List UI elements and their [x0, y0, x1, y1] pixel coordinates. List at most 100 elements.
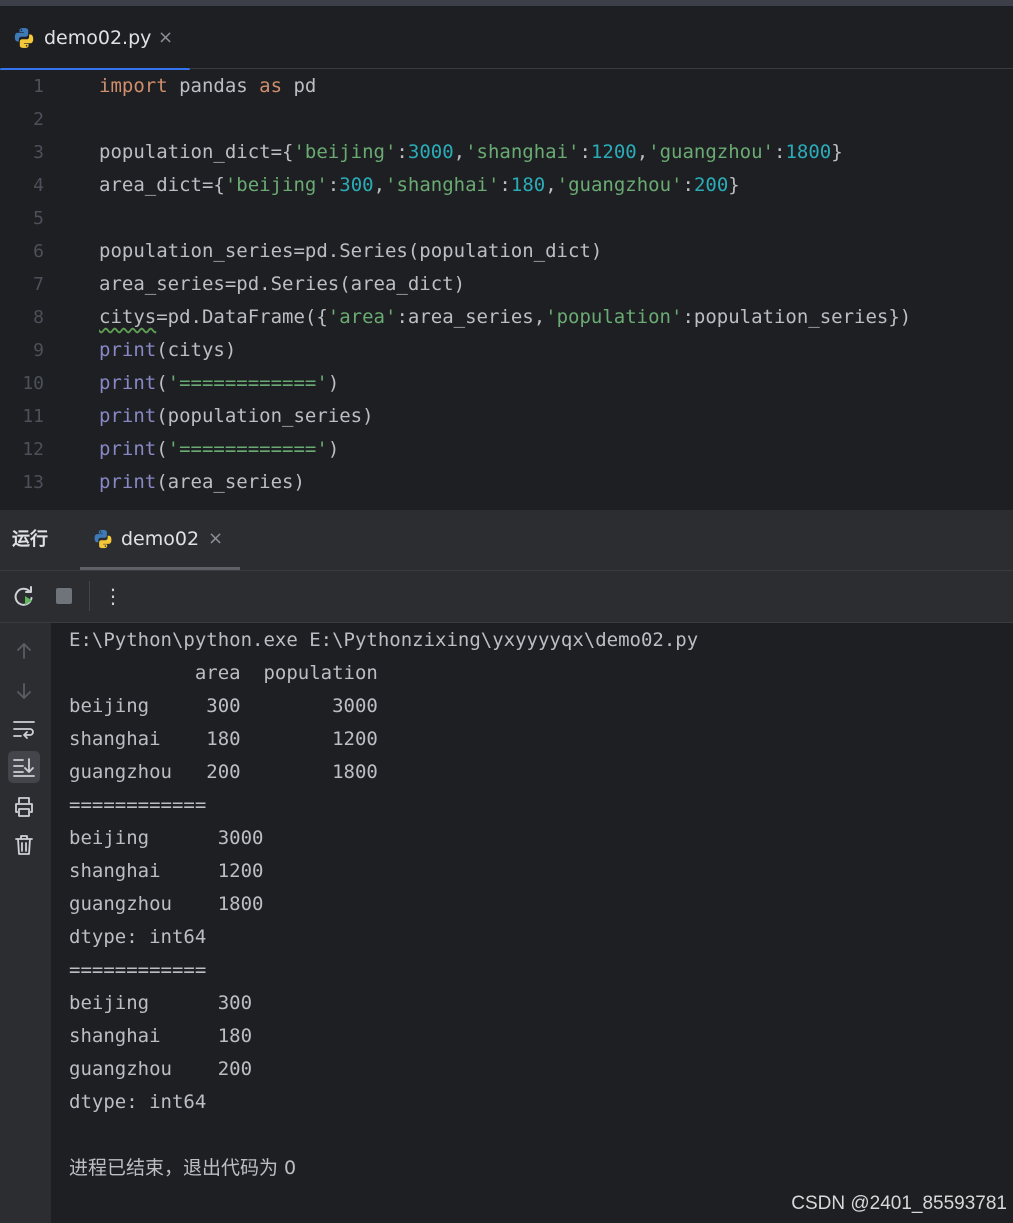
trash-icon[interactable]: [8, 829, 40, 861]
code-token: print: [99, 339, 157, 361]
console-line: beijing 300 3000: [69, 695, 378, 717]
code-token: :: [396, 141, 408, 163]
line-number: 5: [33, 208, 44, 229]
code-line: print(citys): [99, 334, 236, 367]
code-token: 200: [693, 174, 729, 196]
code-line: print('============'): [99, 433, 339, 466]
python-run-icon: [92, 528, 114, 550]
soft-wrap-icon[interactable]: [8, 713, 40, 745]
code-token: :population_series}): [682, 306, 912, 328]
code-token: '============': [167, 438, 328, 460]
code-token: (: [156, 372, 168, 394]
code-token: 3000: [407, 141, 454, 163]
code-token: print: [99, 372, 157, 394]
run-tool-window-header: 运行 demo02 ×: [0, 510, 1013, 571]
code-token: 'shanghai': [465, 141, 580, 163]
line-number: 1: [33, 76, 44, 97]
code-token: area_dict={: [99, 174, 225, 196]
line-number: 6: [33, 241, 44, 262]
arrow-up-icon[interactable]: [8, 635, 40, 667]
code-token: population_series=pd.Series(population_d…: [99, 240, 603, 262]
python-file-icon: [12, 26, 36, 50]
close-icon[interactable]: ×: [208, 527, 223, 551]
code-token: print: [99, 471, 157, 493]
console-line: E:\Python\python.exe E:\Pythonzixing\yxy…: [69, 629, 699, 651]
run-tab-title: demo02: [121, 528, 200, 550]
code-token: population_dict={: [99, 141, 294, 163]
code-token: :area_series,: [396, 306, 546, 328]
line-number: 12: [22, 439, 44, 460]
console-line: dtype: int64: [69, 926, 207, 948]
code-token: :: [579, 141, 591, 163]
console-output[interactable]: E:\Python\python.exe E:\Pythonzixing\yxy…: [51, 623, 1013, 1223]
editor-tab-demo02[interactable]: demo02.py ×: [0, 20, 190, 56]
code-token: 'beijing': [293, 141, 397, 163]
code-line: import pandas as pd: [99, 70, 316, 103]
arrow-down-icon[interactable]: [8, 675, 40, 707]
line-number: 8: [33, 307, 44, 328]
code-token: ,: [373, 174, 386, 196]
console-line: dtype: int64: [69, 1091, 207, 1113]
code-token: '============': [167, 372, 328, 394]
code-line: area_series=pd.Series(area_dict): [99, 268, 465, 301]
code-token: }: [728, 174, 740, 196]
editor-tab-title: demo02.py: [44, 27, 152, 49]
close-icon[interactable]: ×: [158, 26, 173, 50]
code-token: }: [831, 141, 843, 163]
print-icon[interactable]: [8, 791, 40, 823]
code-editor[interactable]: 1 2 3 4 5 6 7 8 9 10 11 12 13 import pandas as pd popu…: [0, 70, 1013, 510]
console-line: shanghai 180 1200: [69, 728, 378, 750]
console-line: ============: [69, 794, 207, 816]
run-panel-label: 运行: [12, 529, 48, 550]
console-line: beijing 300: [69, 992, 253, 1014]
code-line: print(population_series): [99, 400, 374, 433]
code-token: (population_series): [156, 405, 374, 427]
code-token: 'area': [327, 306, 397, 328]
code-line: print(area_series): [99, 466, 305, 499]
code-token: 'population': [545, 306, 683, 328]
code-token: 300: [339, 174, 374, 196]
console-line: ============: [69, 959, 207, 981]
code-token: 1200: [590, 141, 637, 163]
code-token: print: [99, 405, 157, 427]
console-line: area population: [69, 662, 378, 684]
toolbar-divider: [89, 581, 90, 611]
line-number: 7: [33, 274, 44, 295]
code-token: (citys): [156, 339, 237, 361]
console-line: shanghai 1200: [69, 860, 264, 882]
code-token: 'shanghai': [385, 174, 500, 196]
run-tab-demo02[interactable]: demo02 ×: [80, 510, 240, 571]
code-token: ): [327, 438, 340, 460]
code-token: import: [99, 75, 168, 97]
line-number: 13: [22, 472, 44, 493]
code-token: (: [156, 438, 168, 460]
code-token: print: [99, 438, 157, 460]
code-token: 1800: [785, 141, 832, 163]
line-number: 11: [22, 406, 44, 427]
console-line: guangzhou 200: [69, 1058, 253, 1080]
stop-icon[interactable]: [52, 584, 76, 608]
code-token: ): [327, 372, 340, 394]
code-token: 'guangzhou': [648, 141, 774, 163]
code-token: (area_series): [156, 471, 305, 493]
line-number: 2: [33, 109, 44, 130]
code-token: 'guangzhou': [556, 174, 683, 196]
code-token: 'beijing': [224, 174, 328, 196]
line-number: 3: [33, 142, 44, 163]
console-line: 进程已结束，退出代码为 0: [69, 1157, 297, 1179]
run-toolbar: ⋮: [0, 571, 1013, 623]
code-token: area_series=pd.Series(area_dict): [99, 273, 466, 295]
code-token: ,: [545, 174, 557, 196]
more-options-icon[interactable]: ⋮: [101, 584, 125, 608]
line-number: 10: [22, 373, 44, 394]
code-line: area_dict={'beijing':300,'shanghai':180,…: [99, 169, 740, 202]
code-token: pandas: [167, 75, 260, 97]
code-token: :: [682, 174, 694, 196]
scroll-to-end-icon[interactable]: [8, 751, 40, 783]
code-token: 180: [510, 174, 546, 196]
line-number: 9: [33, 340, 44, 361]
console-line: shanghai 180: [69, 1025, 253, 1047]
code-token: :: [499, 174, 511, 196]
rerun-icon[interactable]: [12, 584, 36, 608]
console-line: guangzhou 1800: [69, 893, 264, 915]
